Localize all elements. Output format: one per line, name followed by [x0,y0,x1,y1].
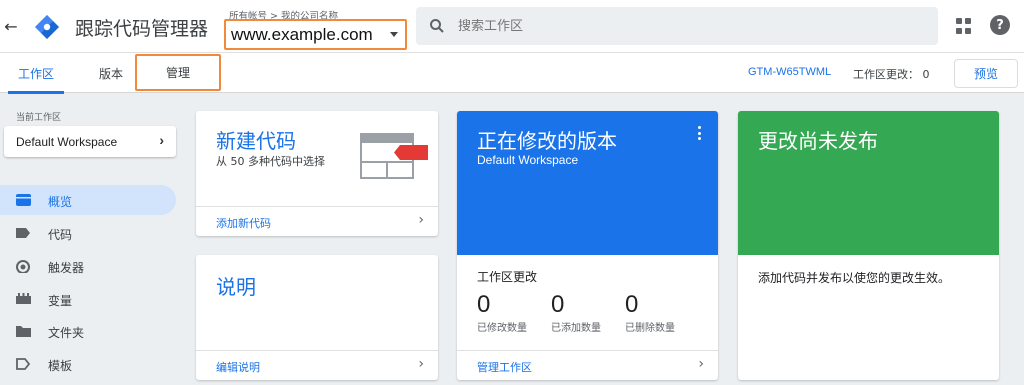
card-title: 正在修改的版本 [477,129,617,153]
apps-grid-icon[interactable] [956,18,972,34]
sidebar-item-label: 概览 [48,195,73,209]
app-title: 跟踪代码管理器 [75,18,209,40]
back-arrow-icon[interactable]: ← [0,0,22,52]
editing-version-card: 正在修改的版本 Default Workspace 工作区更改 0 已修改数量 … [457,111,718,380]
chevron-right-icon: › [159,132,164,148]
top-bar: ← 跟踪代码管理器 所有帐号 > 我的公司名称 www.example.com … [0,0,1024,52]
container-name: www.example.com [231,24,373,44]
sidebar-item-label: 代码 [48,228,73,242]
new-tag-card[interactable]: 新建代码 从 50 多种代码中选择 添加新代码 › [196,111,438,236]
sidebar-item-label: 文件夹 [48,326,85,340]
stat-value: 0 [551,291,565,318]
description-card[interactable]: 说明 编辑说明 › [196,255,438,380]
deleted-stat: 0 已删除数量 [625,291,675,334]
trigger-icon [16,260,30,273]
card-title: 说明 [216,275,256,299]
stat-caption: 已添加数量 [551,323,601,334]
help-icon[interactable]: ? [990,15,1010,35]
container-selector[interactable]: www.example.com [224,19,407,50]
sidebar-item-folders[interactable]: 文件夹 [0,316,176,346]
add-new-tag-link[interactable]: 添加新代码 [216,215,271,231]
workspace-changes-title: 工作区更改 [477,270,538,284]
workspace-name: Default Workspace [477,153,579,167]
sidebar-item-templates[interactable]: 模板 [0,349,176,379]
tag-icon [16,228,30,238]
card-footer[interactable]: 管理工作区 › [457,350,718,380]
overview-icon [16,194,31,206]
added-stat: 0 已添加数量 [551,291,601,334]
workspace-selector[interactable]: Default Workspace › [4,126,176,157]
tab-versions[interactable]: 版本 [88,53,134,93]
edit-description-link[interactable]: 编辑说明 [216,359,260,375]
unpublished-changes-card: 更改尚未发布 添加代码并发布以使您的更改生效。 [738,111,999,380]
sidebar-item-variables[interactable]: 变量 [0,284,176,314]
card-header: 正在修改的版本 Default Workspace [457,111,718,255]
chevron-right-icon: › [698,356,704,372]
stat-value: 0 [625,291,639,318]
workspace-name: Default Workspace [16,134,118,149]
variable-icon [16,293,31,304]
stat-caption: 已修改数量 [477,323,527,334]
search-bar[interactable] [416,7,938,45]
gtm-logo-icon [35,15,59,39]
sidebar-item-overview[interactable]: 概览 [0,185,176,215]
sidebar-item-label: 模板 [48,359,73,373]
chevron-right-icon: › [418,212,424,228]
card-footer[interactable]: 编辑说明 › [196,350,438,380]
card-footer[interactable]: 添加新代码 › [196,206,438,236]
more-vert-icon[interactable] [698,126,702,140]
workspace-changes-count: 工作区更改： 0 [853,68,930,81]
folder-icon [16,326,31,337]
manage-workspace-link[interactable]: 管理工作区 [477,359,532,375]
card-header: 更改尚未发布 [738,111,999,255]
sidebar-item-label: 触发器 [48,261,85,275]
search-input[interactable] [458,18,858,34]
tab-admin[interactable]: 管理 [135,54,221,91]
sidebar-item-label: 变量 [48,294,73,308]
search-icon [416,18,458,34]
tab-bar: 工作区 版本 管理 GTM-W65TWML 工作区更改： 0 预览 [0,52,1024,94]
container-id-link[interactable]: GTM-W65TWML [748,66,831,78]
sidebar-item-tags[interactable]: 代码 [0,218,176,248]
card-subtitle: 从 50 多种代码中选择 [216,155,325,168]
stat-value: 0 [477,291,491,318]
tab-workspace[interactable]: 工作区 [8,53,64,94]
chevron-right-icon: › [418,356,424,372]
card-title: 新建代码 [216,129,296,153]
modified-stat: 0 已修改数量 [477,291,527,334]
sidebar-item-triggers[interactable]: 触发器 [0,251,176,281]
card-body-text: 添加代码并发布以使您的更改生效。 [758,271,951,285]
template-icon [16,358,31,370]
tag-illustration-icon [360,133,428,179]
current-workspace-label: 当前工作区 [16,113,62,123]
stat-caption: 已删除数量 [625,323,675,334]
card-title: 更改尚未发布 [758,129,878,153]
preview-button[interactable]: 预览 [954,59,1018,88]
chevron-down-icon [390,32,398,37]
